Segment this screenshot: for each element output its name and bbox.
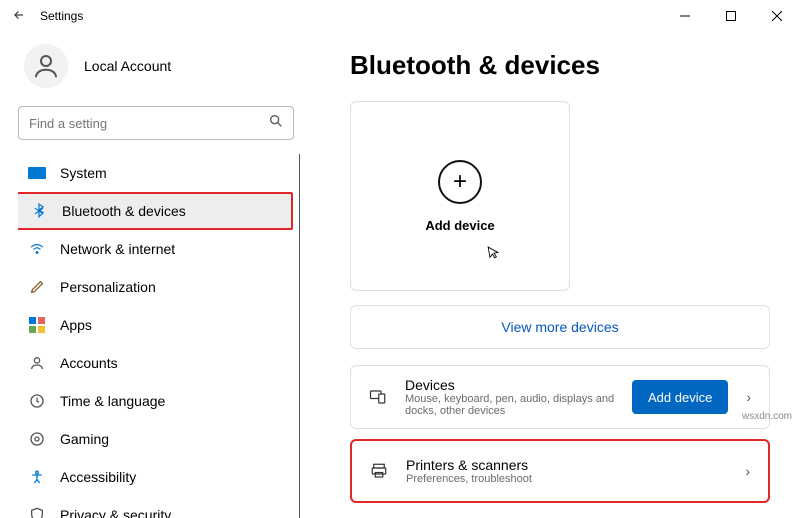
add-device-button[interactable]: Add device (632, 380, 728, 414)
sidebar-item-accounts[interactable]: Accounts (18, 344, 293, 382)
wifi-icon (28, 240, 46, 258)
devices-subtitle: Mouse, keyboard, pen, audio, displays an… (405, 393, 618, 417)
add-device-label: Add device (425, 218, 494, 233)
titlebar: Settings (0, 0, 800, 32)
nav-label: Bluetooth & devices (62, 203, 186, 219)
nav-label: Accounts (60, 355, 118, 371)
nav-label: Apps (60, 317, 92, 333)
system-icon (28, 164, 46, 182)
search-icon (268, 113, 284, 134)
sidebar-item-personalization[interactable]: Personalization (18, 268, 293, 306)
watermark: wsxdn.com (742, 411, 792, 422)
profile-name: Local Account (84, 58, 171, 74)
sidebar-item-bluetooth-devices[interactable]: Bluetooth & devices (18, 192, 293, 230)
maximize-button[interactable] (708, 0, 754, 32)
avatar-icon (24, 44, 68, 88)
sidebar-item-accessibility[interactable]: Accessibility (18, 458, 293, 496)
nav-label: Network & internet (60, 241, 175, 257)
shield-icon (28, 506, 46, 518)
sidebar-item-privacy[interactable]: Privacy & security (18, 496, 293, 518)
sidebar-item-network[interactable]: Network & internet (18, 230, 293, 268)
sidebar: Local Account System Bluetooth & devices (0, 32, 310, 518)
chevron-right-icon: › (742, 389, 755, 405)
accounts-icon (28, 354, 46, 372)
printers-subtitle: Preferences, troubleshoot (406, 473, 727, 485)
cursor-icon (485, 242, 502, 265)
page-title: Bluetooth & devices (350, 50, 770, 81)
devices-row[interactable]: Devices Mouse, keyboard, pen, audio, dis… (350, 365, 770, 429)
chevron-right-icon: › (741, 463, 754, 479)
add-device-card[interactable]: + Add device (350, 101, 570, 291)
view-more-label: View more devices (501, 319, 618, 335)
profile-block[interactable]: Local Account (24, 44, 300, 88)
sidebar-item-apps[interactable]: Apps (18, 306, 293, 344)
view-more-devices-button[interactable]: View more devices (350, 305, 770, 349)
back-button[interactable] (12, 8, 26, 25)
plus-icon: + (438, 160, 482, 204)
nav-label: Personalization (60, 279, 156, 295)
devices-icon (365, 384, 391, 410)
nav-label: Accessibility (60, 469, 136, 485)
sidebar-item-time-language[interactable]: Time & language (18, 382, 293, 420)
devices-title: Devices (405, 377, 618, 393)
close-button[interactable] (754, 0, 800, 32)
brush-icon (28, 278, 46, 296)
bluetooth-icon (30, 202, 48, 220)
window-title: Settings (40, 9, 83, 23)
printer-icon (366, 458, 392, 484)
sidebar-item-system[interactable]: System (18, 154, 293, 192)
minimize-button[interactable] (662, 0, 708, 32)
gaming-icon (28, 430, 46, 448)
accessibility-icon (28, 468, 46, 486)
printers-title: Printers & scanners (406, 457, 727, 473)
nav-label: Privacy & security (60, 507, 171, 518)
nav-label: Gaming (60, 431, 109, 447)
nav-label: System (60, 165, 107, 181)
clock-icon (28, 392, 46, 410)
nav-list: System Bluetooth & devices Network & int… (18, 154, 300, 518)
search-input[interactable] (18, 106, 294, 140)
nav-label: Time & language (60, 393, 165, 409)
printers-scanners-row[interactable]: Printers & scanners Preferences, trouble… (350, 439, 770, 503)
search-box[interactable] (18, 106, 294, 140)
main-content: Bluetooth & devices + Add device View mo… (310, 32, 800, 518)
sidebar-item-gaming[interactable]: Gaming (18, 420, 293, 458)
apps-icon (28, 316, 46, 334)
